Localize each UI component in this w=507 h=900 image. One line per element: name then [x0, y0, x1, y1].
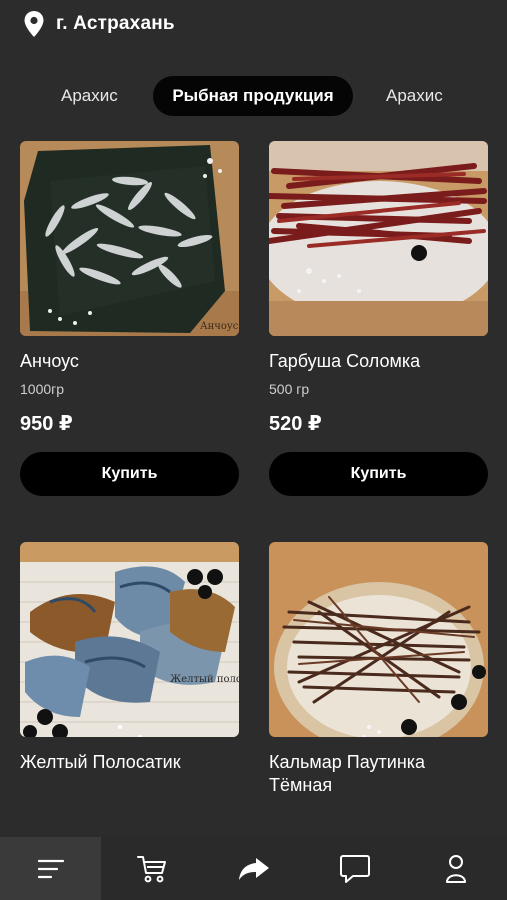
watermark-text: Желтый поло [170, 674, 239, 685]
product-name: Анчоус [20, 351, 79, 371]
product-weight: 1000гр [20, 381, 65, 397]
product-card: Гарбуша Соломка 500 гр 520 ₽ Купить [269, 141, 488, 496]
product-image[interactable]: Желтый поло [20, 542, 239, 737]
buy-button[interactable]: Купить [20, 452, 239, 496]
share-icon [238, 857, 269, 880]
bottom-navigation [0, 837, 507, 900]
watermark-text: Анчоус [200, 321, 239, 332]
nav-menu[interactable] [0, 837, 102, 900]
nav-profile[interactable] [406, 837, 507, 900]
buy-button[interactable]: Купить [269, 452, 488, 496]
product-weight: 500 гр [269, 381, 310, 397]
product-card: Желтый поло Желтый Полосатик [20, 542, 239, 774]
location-selector[interactable]: г. Астрахань [22, 10, 175, 38]
profile-icon [446, 854, 467, 883]
location-pin-icon [24, 11, 44, 37]
product-card: Анчоус Анчоус 1000гр 950 ₽ Купить [20, 141, 239, 496]
product-image[interactable]: Анчоус [20, 141, 239, 336]
nav-chat[interactable] [304, 837, 405, 900]
product-name: Кальмар Паутинка Тёмная [269, 752, 426, 795]
product-name: Гарбуша Соломка [269, 351, 421, 371]
nav-cart[interactable] [101, 837, 202, 900]
menu-icon [37, 859, 64, 878]
product-name: Желтый Полосатик [20, 752, 181, 772]
tab-peanuts-2[interactable]: Арахис [386, 76, 443, 116]
nav-share[interactable] [203, 837, 304, 900]
tab-fish-products[interactable]: Рыбная продукция [153, 76, 353, 116]
tab-peanuts[interactable]: Арахис [61, 76, 118, 116]
product-image[interactable] [269, 542, 488, 737]
chat-icon [339, 854, 370, 883]
product-price: 520 ₽ [269, 413, 322, 435]
product-price: 950 ₽ [20, 413, 73, 435]
category-tabs: Арахис Рыбная продукция Арахис [0, 76, 507, 116]
product-card: Кальмар Паутинка Тёмная [269, 542, 488, 797]
product-image[interactable] [269, 141, 488, 336]
city-label: г. Астрахань [56, 13, 175, 34]
cart-icon [137, 855, 167, 882]
